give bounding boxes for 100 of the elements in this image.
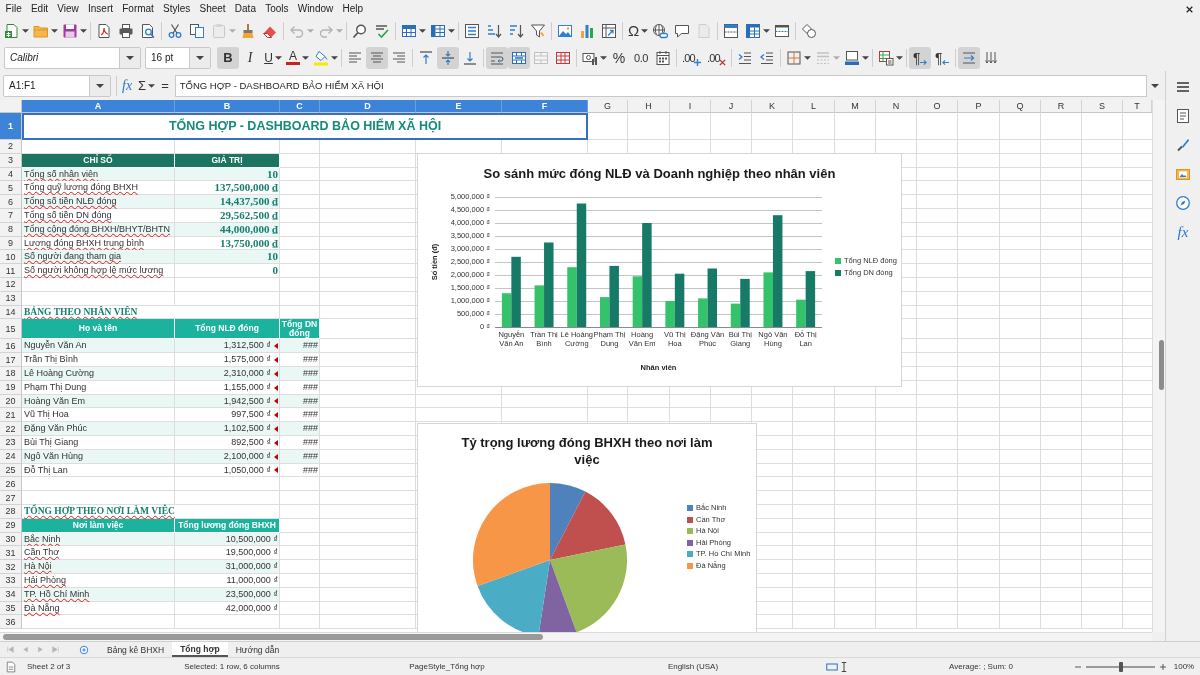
number-format-button[interactable]: 0.0 <box>630 46 652 69</box>
dropdown-button[interactable] <box>89 75 110 96</box>
pdf-document-icon <box>96 23 112 39</box>
bold-button[interactable]: B <box>217 46 239 69</box>
skip-right-icon <box>51 645 60 654</box>
menu-item[interactable]: Insert <box>83 1 118 17</box>
right-to-left-button[interactable]: ¶ <box>930 46 953 69</box>
row-header[interactable]: 17 <box>0 353 22 367</box>
column-header[interactable]: E <box>416 100 502 113</box>
sum-button[interactable]: Σ <box>135 75 159 96</box>
row-header[interactable]: 31 <box>0 546 22 561</box>
sheet-tab[interactable]: Bảng kê BHXH <box>99 642 173 657</box>
caret-icon <box>1151 83 1159 88</box>
function-wizard-button[interactable]: fx <box>119 75 136 96</box>
row-header[interactable]: 36 <box>0 615 22 630</box>
scrollbar-thumb[interactable] <box>3 634 543 640</box>
row-header[interactable]: 6 <box>0 195 22 209</box>
status-text: PageStyle_Tổng hợp <box>409 661 485 672</box>
vertical-scrollbar[interactable] <box>1152 100 1165 632</box>
column-header[interactable]: J <box>711 100 752 113</box>
column-header[interactable]: A <box>22 100 175 113</box>
menu-item[interactable]: Format <box>117 1 159 17</box>
column-header[interactable]: C <box>280 100 320 113</box>
add-decimal-button[interactable]: .00 <box>679 46 704 69</box>
column-header[interactable]: R <box>1041 100 1082 113</box>
menu-item[interactable]: Sheet <box>194 1 231 17</box>
column-header[interactable]: I <box>670 100 711 113</box>
row-header[interactable]: 15 <box>0 319 22 340</box>
column-header[interactable]: P <box>958 100 1000 113</box>
row-header[interactable]: 2 <box>0 140 22 154</box>
row-header[interactable]: 1 <box>0 113 22 140</box>
caret-icon <box>336 29 343 33</box>
menu-item[interactable]: View <box>52 1 84 17</box>
functions-button[interactable]: fx <box>1170 219 1196 245</box>
delete-decimal-button[interactable]: .00 <box>703 46 729 69</box>
scrollbar-thumb[interactable] <box>1159 340 1164 390</box>
row-header[interactable]: 32 <box>0 560 22 574</box>
special-character-button[interactable]: Ω <box>625 20 650 42</box>
column-header[interactable]: G <box>588 100 628 113</box>
font-color-button[interactable]: A <box>283 46 310 69</box>
bar-chart-icon <box>579 23 595 39</box>
indent-icon <box>736 49 753 66</box>
row-header[interactable]: 10 <box>0 250 22 265</box>
row-header[interactable]: 26 <box>0 477 22 492</box>
sheet-tab[interactable]: Tổng hợp <box>172 642 228 657</box>
column-header[interactable]: S <box>1082 100 1123 113</box>
text-direction-button[interactable] <box>957 46 980 69</box>
sheet-tab[interactable]: Hướng dẫn <box>227 642 288 657</box>
column-header[interactable]: F <box>502 100 588 113</box>
magnifier-icon <box>352 23 368 39</box>
column-header[interactable]: O <box>917 100 958 113</box>
left-to-right-button[interactable]: ¶ <box>908 46 931 69</box>
menu-item[interactable]: Edit <box>26 1 53 17</box>
row-header[interactable]: 5 <box>0 181 22 196</box>
speech-bubble-icon <box>674 23 691 39</box>
menu-item[interactable]: Tools <box>260 1 294 17</box>
slider-thumb[interactable] <box>1118 661 1123 672</box>
menu-item[interactable]: Data <box>230 1 261 17</box>
formula-input[interactable]: TỔNG HỢP - DASHBOARD BẢO HIỂM XÃ HỘI <box>174 74 1147 97</box>
formula-button[interactable]: = <box>158 75 172 96</box>
column-header[interactable]: K <box>752 100 793 113</box>
percent-format-button[interactable]: % <box>608 46 630 69</box>
horizontal-scrollbar[interactable] <box>0 632 1152 641</box>
right-arrow-icon <box>919 58 927 66</box>
menu-item[interactable]: Window <box>293 1 338 17</box>
column-header[interactable]: M <box>835 100 876 113</box>
column-header[interactable]: H <box>628 100 670 113</box>
underline-button[interactable]: U <box>261 46 283 69</box>
italic-button[interactable]: I <box>239 46 261 69</box>
column-header[interactable]: D <box>320 100 416 113</box>
column-header[interactable]: N <box>876 100 917 113</box>
row-header[interactable]: 22 <box>0 422 22 436</box>
column-header[interactable]: Q <box>1000 100 1041 113</box>
column-header[interactable]: B <box>175 100 280 113</box>
document-icon <box>696 23 713 39</box>
cross-icon <box>718 58 726 66</box>
menu-item[interactable]: Styles <box>158 1 195 17</box>
font-name-field[interactable]: Calibri <box>4 46 141 69</box>
menu-item[interactable]: File <box>1 1 27 17</box>
dropdown-button[interactable] <box>119 47 140 68</box>
row-header[interactable]: 11 <box>0 264 22 278</box>
name-box[interactable]: A1:F1 <box>3 74 111 97</box>
row-header[interactable]: 27 <box>0 491 22 505</box>
menu-item[interactable]: Help <box>337 1 368 17</box>
table-cell: 10 <box>175 250 280 265</box>
merge-center-button[interactable] <box>508 46 530 69</box>
dropdown-button[interactable] <box>189 47 210 68</box>
align-bottom-icon <box>462 49 478 66</box>
align-middle-button[interactable] <box>437 46 459 69</box>
column-header[interactable]: L <box>793 100 835 113</box>
shapes-icon <box>801 23 818 39</box>
column-header[interactable]: T <box>1123 100 1152 113</box>
row-header[interactable]: 21 <box>0 408 22 423</box>
align-center-icon <box>369 49 385 66</box>
font-size-field[interactable]: 16 pt <box>145 46 211 69</box>
pivot-table-icon <box>601 23 617 39</box>
plus-icon <box>1159 662 1168 671</box>
row-header[interactable]: 16 <box>0 339 22 354</box>
chart-title: So sánh mức đóng NLĐ và Doanh nghiệp theo nhân viên <box>483 166 836 182</box>
triangle-right-icon <box>36 645 45 654</box>
